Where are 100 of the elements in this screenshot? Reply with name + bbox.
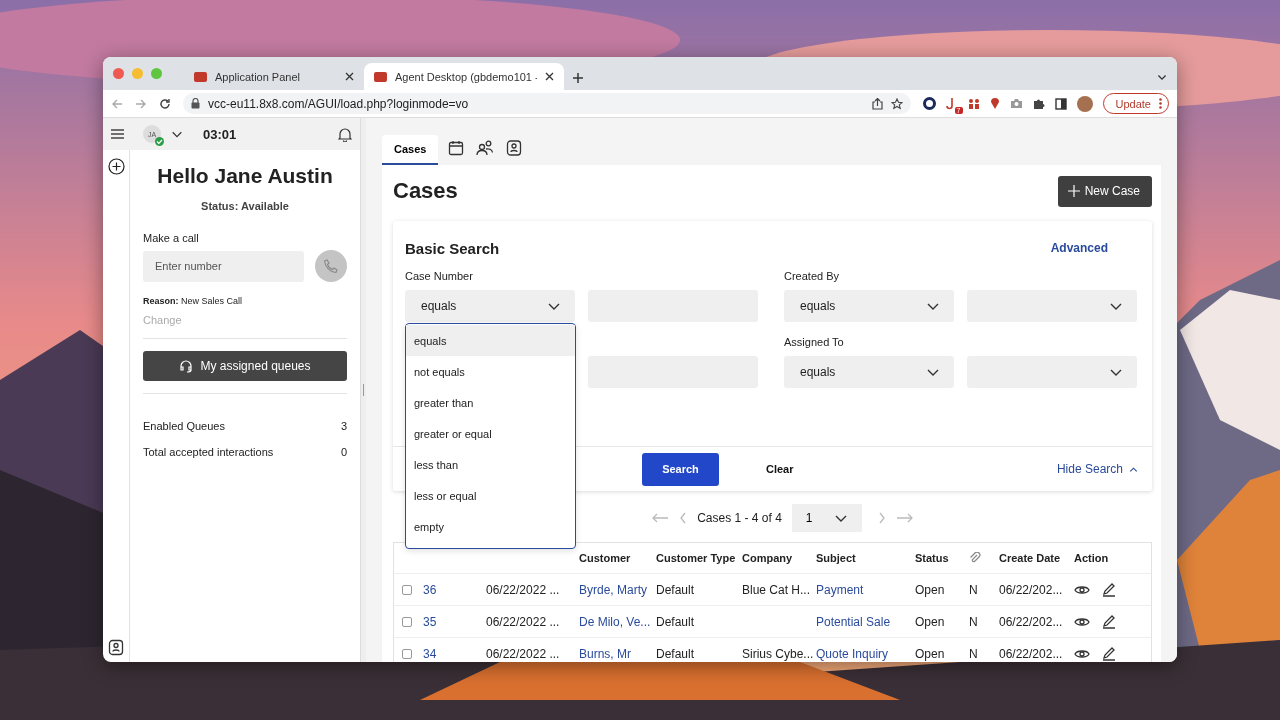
- figures-icon[interactable]: [967, 97, 980, 110]
- page-select[interactable]: 1: [791, 504, 862, 532]
- check-badge-icon: [155, 137, 164, 146]
- pin-icon[interactable]: [989, 97, 1000, 110]
- greeting: Hello Jane Austin: [156, 164, 334, 188]
- ring-icon[interactable]: [922, 97, 936, 110]
- table-cell-text: Default: [656, 614, 696, 629]
- table-cell-text: 06/22/202...: [999, 582, 1064, 597]
- table-cell-text: Open: [915, 582, 946, 597]
- search-button[interactable]: Search: [642, 452, 719, 486]
- table-link[interactable]: Burns, Mr: [579, 646, 656, 661]
- clear-button[interactable]: Clear: [760, 462, 800, 476]
- stat-label: Enabled Queues: [143, 420, 225, 432]
- lock-icon: [191, 98, 200, 109]
- section-title: Basic Search: [405, 239, 500, 257]
- column-header: Subject: [816, 552, 857, 564]
- sidebar-icon[interactable]: [1054, 97, 1067, 110]
- stat-label: Total accepted interactions: [143, 446, 274, 458]
- update-button[interactable]: Update: [1102, 93, 1169, 114]
- call-reason: Reason: New Sales Call: [143, 296, 244, 306]
- star-icon[interactable]: [890, 97, 903, 110]
- dropdown-option[interactable]: equals: [406, 325, 575, 356]
- close-icon[interactable]: [345, 72, 354, 81]
- make-call-label: Make a call: [143, 232, 200, 244]
- people-icon: [476, 140, 495, 156]
- advanced-link[interactable]: Advanced: [1050, 241, 1108, 255]
- table-link[interactable]: 34: [423, 646, 486, 661]
- dropdown-option[interactable]: less than: [406, 449, 575, 480]
- operator-select[interactable]: equals: [784, 356, 954, 388]
- address-bar[interactable]: vcc-eu11.8x8.com/AGUI/load.php?loginmode=vo: [183, 93, 911, 114]
- tab[interactable]: Cases: [382, 135, 439, 165]
- share-icon[interactable]: [871, 97, 883, 110]
- dropdown-option[interactable]: greater than: [406, 387, 575, 418]
- browser-tab[interactable]: Application Panel: [184, 63, 364, 90]
- menu-icon[interactable]: [111, 129, 124, 139]
- page-summary: Cases 1 - 4 of 4: [697, 511, 782, 525]
- table-link[interactable]: Potential Sale: [816, 614, 915, 629]
- stat-value: 3: [340, 420, 347, 432]
- contact-card-icon: [506, 140, 523, 156]
- field-label: Assigned To: [784, 336, 844, 348]
- table-cell-text: Blue Cat H...: [742, 582, 812, 597]
- table-cell-text: Open: [915, 646, 946, 661]
- favicon-icon: [194, 71, 207, 82]
- view-icon[interactable]: [1074, 615, 1090, 628]
- calendar-icon: [448, 140, 465, 156]
- table-link[interactable]: Payment: [816, 582, 915, 597]
- field-label: Case Number: [405, 270, 473, 282]
- reload-icon[interactable]: [159, 97, 171, 110]
- favicon-icon: [374, 71, 387, 82]
- new-case-button[interactable]: New Case: [1057, 175, 1152, 207]
- row-checkbox[interactable]: [402, 616, 412, 627]
- contact-card-icon[interactable]: [108, 639, 124, 656]
- page-title: Cases: [393, 178, 458, 204]
- table-cell-text: Open: [915, 614, 946, 629]
- resize-handle[interactable]: [363, 384, 364, 396]
- operator-select[interactable]: equals: [784, 290, 954, 322]
- bell-icon[interactable]: [338, 126, 352, 142]
- puzzle-icon[interactable]: [1032, 97, 1045, 110]
- call-button[interactable]: [315, 250, 347, 282]
- column-header: Create Date: [999, 552, 1062, 564]
- operator-select[interactable]: equals: [405, 290, 575, 322]
- table-link[interactable]: Quote Inquiry: [816, 646, 915, 661]
- column-header: Customer Type: [656, 552, 737, 564]
- row-checkbox[interactable]: [402, 648, 412, 659]
- view-icon[interactable]: [1074, 583, 1090, 596]
- agent-status: Status: Available: [200, 200, 290, 212]
- table-link[interactable]: 35: [423, 614, 486, 629]
- edit-icon[interactable]: [1102, 646, 1116, 661]
- edit-icon[interactable]: [1102, 582, 1116, 597]
- new-tab-icon[interactable]: [572, 72, 584, 84]
- number-field[interactable]: Enter number: [143, 250, 304, 282]
- table-link[interactable]: Byrde, Marty: [579, 582, 656, 597]
- dropdown-option[interactable]: empty: [406, 511, 575, 542]
- close-window-icon[interactable]: [113, 68, 124, 79]
- table-cell-text: N: [969, 614, 979, 629]
- call-timer: 03:01: [203, 126, 237, 142]
- profile-avatar[interactable]: [1076, 95, 1093, 112]
- column-header: Customer: [579, 552, 632, 564]
- dropdown-option[interactable]: less or equal: [406, 480, 575, 511]
- add-icon[interactable]: [107, 158, 125, 175]
- column-header: Company: [742, 552, 794, 564]
- hide-search-link[interactable]: Hide Search: [1056, 462, 1138, 476]
- assigned-queues-button[interactable]: My assigned queues: [143, 351, 347, 381]
- field-label: Created By: [784, 270, 840, 282]
- table-link[interactable]: De Milo, Ve...: [579, 614, 656, 629]
- view-icon[interactable]: [1074, 647, 1090, 660]
- table-link[interactable]: 36: [423, 582, 486, 597]
- phone-icon: [323, 258, 339, 274]
- edit-icon[interactable]: [1102, 614, 1116, 629]
- close-icon[interactable]: [545, 72, 554, 81]
- dropdown-option[interactable]: not equals: [406, 356, 575, 387]
- dropdown-option[interactable]: greater or equal: [406, 418, 575, 449]
- paperclip-icon: [969, 552, 981, 564]
- table-cell-text: 06/22/202...: [999, 614, 1064, 629]
- camera-icon[interactable]: [1009, 98, 1023, 109]
- chevron-down-icon[interactable]: [1157, 72, 1167, 82]
- table-cell-text: Sirius Cybe...: [742, 646, 815, 661]
- table-cell-text: 06/22/2022 ...: [486, 614, 561, 629]
- table-cell-text: N: [969, 646, 979, 661]
- row-checkbox[interactable]: [402, 584, 412, 595]
